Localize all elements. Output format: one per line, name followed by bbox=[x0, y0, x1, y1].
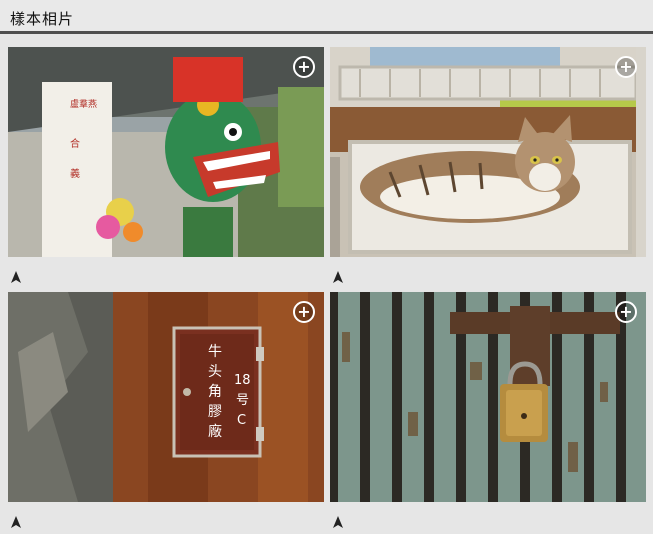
svg-text:盧羣燕: 盧羣燕 bbox=[70, 98, 97, 110]
sample-photo-dragon[interactable]: 盧羣燕 合 義 + bbox=[8, 47, 324, 257]
sample-photo-grid: 盧羣燕 合 義 + + 牛 头 角 膠 廠 18 号 C + + bbox=[0, 37, 653, 534]
expand-plus-icon[interactable]: + bbox=[293, 301, 315, 323]
sample-photo-padlock[interactable]: + bbox=[330, 292, 646, 502]
sample-photo-mailbox[interactable]: 牛 头 角 膠 廠 18 号 C + bbox=[8, 292, 324, 502]
sample-photo-cat[interactable]: + bbox=[330, 47, 646, 257]
svg-text:義: 義 bbox=[70, 167, 80, 180]
svg-text:合: 合 bbox=[70, 137, 80, 150]
expand-plus-icon[interactable]: + bbox=[615, 56, 637, 78]
mailbox-number: C bbox=[237, 413, 246, 428]
expand-plus-icon[interactable]: + bbox=[615, 301, 637, 323]
mailbox-char: 膠 bbox=[208, 404, 222, 420]
mailbox-number: 18 bbox=[234, 373, 251, 388]
expand-plus-icon[interactable]: + bbox=[293, 56, 315, 78]
mailbox-number: 号 bbox=[236, 393, 249, 408]
navigation-arrow-icon[interactable] bbox=[10, 516, 22, 528]
navigation-arrow-icon[interactable] bbox=[332, 516, 344, 528]
mailbox-char: 角 bbox=[208, 384, 222, 400]
mailbox-char: 头 bbox=[208, 364, 222, 380]
panel-header: 樣本相片 bbox=[0, 0, 653, 34]
mailbox-char: 牛 bbox=[208, 344, 222, 360]
sample-photo-card-dragon: 盧羣燕 合 義 + bbox=[8, 47, 324, 287]
navigation-arrow-icon[interactable] bbox=[332, 271, 344, 283]
sample-photo-card-cat: + bbox=[330, 47, 646, 287]
panel-title: 樣本相片 bbox=[10, 10, 75, 28]
mailbox-char: 廠 bbox=[208, 423, 222, 440]
sample-photo-card-padlock: + bbox=[330, 292, 646, 532]
sample-photo-card-mailbox: 牛 头 角 膠 廠 18 号 C + bbox=[8, 292, 324, 532]
navigation-arrow-icon[interactable] bbox=[10, 271, 22, 283]
